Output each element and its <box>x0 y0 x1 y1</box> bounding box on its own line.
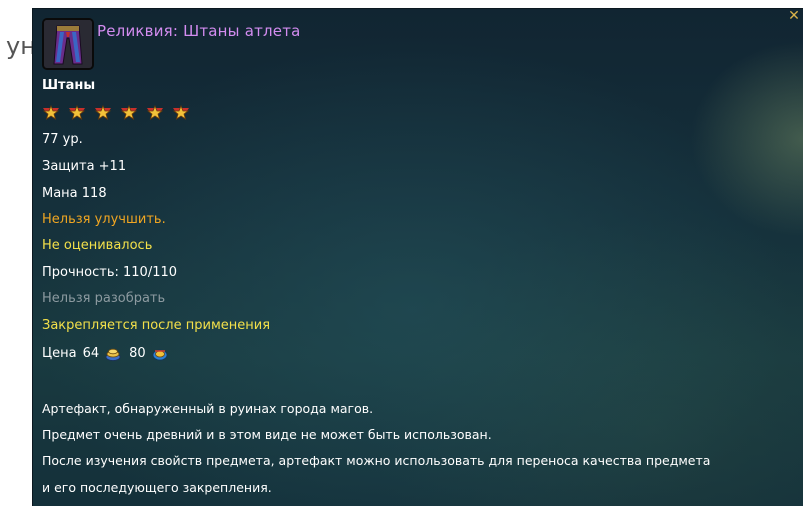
star-icon <box>121 104 138 120</box>
item-defense: Защита +11 <box>42 159 127 174</box>
item-price: Цена 64 80 <box>42 346 176 361</box>
description-line-1: Артефакт, обнаруженный в руинах города м… <box>42 401 374 416</box>
description-line-4: и его последующего закрепления. <box>42 480 272 495</box>
description-line-2: Предмет очень древний и в этом виде не м… <box>42 427 492 442</box>
premium-coins-icon <box>152 349 168 360</box>
game-screen: ун ✕ Реликвия: Штаны атлета Штаны 77 ур.… <box>0 0 803 506</box>
price-value-2: 80 <box>129 346 146 361</box>
gold-coins-icon <box>105 348 121 361</box>
price-value-1: 64 <box>82 346 100 361</box>
item-mana: Мана 118 <box>42 186 107 201</box>
star-icon <box>68 104 86 120</box>
no-upgrade-notice: Нельзя улучшить. <box>42 212 166 227</box>
star-icon <box>42 104 60 120</box>
item-durability: Прочность: 110/110 <box>42 265 178 280</box>
not-evaluated-notice: Не оценивалось <box>42 238 153 253</box>
item-tooltip: ✕ Реликвия: Штаны атлета Штаны 77 ур. За… <box>32 8 803 506</box>
item-title: Реликвия: Штаны атлета <box>97 22 301 40</box>
item-level: 77 ур. <box>42 132 83 147</box>
star-icon <box>173 104 190 120</box>
no-disassemble-notice: Нельзя разобрать <box>42 291 166 306</box>
pants-item-icon <box>42 18 94 70</box>
close-x-icon[interactable]: ✕ <box>787 9 801 23</box>
item-type: Штаны <box>42 78 96 93</box>
star-rating <box>42 103 193 121</box>
star-icon <box>94 104 112 120</box>
price-label: Цена <box>42 346 77 361</box>
binding-notice: Закрепляется после применения <box>42 318 271 333</box>
description-line-3: После изучения свойств предмета, артефак… <box>42 453 711 468</box>
star-icon <box>147 104 164 120</box>
